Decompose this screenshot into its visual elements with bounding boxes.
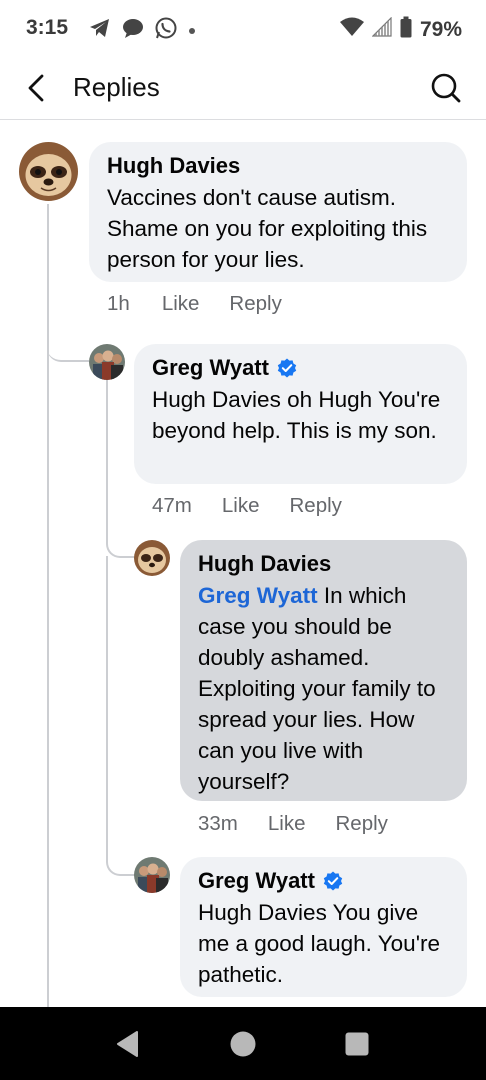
comment-text: Hugh Davies oh Hugh You're beyond help. …	[152, 387, 441, 443]
wifi-icon	[339, 17, 364, 42]
mention-link[interactable]: Greg Wyatt	[198, 583, 318, 608]
comment-time: 47m	[152, 494, 192, 517]
search-icon	[431, 73, 461, 103]
reply-button[interactable]: Reply	[336, 812, 388, 836]
comment-author[interactable]: Hugh Davies	[198, 550, 449, 578]
comment-actions: 33m Like Reply	[198, 812, 388, 836]
comment-time: 33m	[198, 812, 238, 835]
comment-bubble: Greg Wyatt Hugh Davies You give me a goo…	[180, 857, 467, 997]
avatar[interactable]	[19, 142, 78, 201]
group-photo-avatar-icon	[89, 344, 125, 380]
comment-text: Vaccines don't cause autism. Shame on yo…	[107, 185, 428, 272]
verified-badge-icon	[277, 358, 297, 378]
nav-home-button[interactable]	[215, 1007, 271, 1080]
notification-icons	[88, 16, 196, 45]
chat-bubble-icon	[122, 17, 144, 44]
telegram-icon	[88, 17, 112, 44]
search-button[interactable]	[428, 70, 464, 106]
verified-badge-icon	[323, 871, 343, 891]
triangle-back-icon	[117, 1030, 138, 1057]
app-header: Replies	[0, 58, 486, 120]
comment-body: In which case you should be doubly asham…	[198, 583, 436, 794]
thread-line	[47, 204, 49, 1007]
comment-actions: 1h Like Reply	[107, 292, 282, 316]
like-button[interactable]: Like	[162, 292, 200, 316]
signal-icon	[371, 16, 392, 42]
avatar[interactable]	[89, 344, 125, 380]
comment-bubble: Greg Wyatt Hugh Davies oh Hugh You're be…	[134, 344, 467, 484]
avatar[interactable]	[134, 540, 170, 576]
battery-percent: 79%	[419, 17, 462, 41]
comment-text: Hugh Davies You give me a good laugh. Yo…	[198, 900, 440, 987]
comment-bubble-highlighted: Hugh Davies Greg Wyatt In which case you…	[180, 540, 467, 801]
avatar[interactable]	[134, 857, 170, 893]
comment-actions: 47m Like Reply	[152, 494, 342, 518]
thread-line	[106, 380, 108, 540]
page-title: Replies	[73, 72, 160, 102]
comment-author[interactable]: Hugh Davies	[107, 152, 449, 180]
like-button[interactable]: Like	[222, 494, 260, 518]
circle-home-icon	[230, 1031, 256, 1056]
nav-back-button[interactable]	[100, 1007, 156, 1080]
chevron-left-icon	[28, 74, 44, 102]
battery-icon	[400, 16, 412, 43]
reply-button[interactable]: Reply	[290, 494, 342, 518]
status-time: 3:15	[26, 16, 69, 39]
comment-text: Greg Wyatt In which case you should be d…	[198, 580, 449, 797]
group-photo-avatar-icon	[134, 857, 170, 893]
comment-author[interactable]: Greg Wyatt	[152, 354, 449, 382]
like-button[interactable]: Like	[268, 812, 306, 836]
comment-time: 1h	[107, 292, 130, 315]
status-bar: 3:15 79%	[0, 0, 486, 58]
thread-line	[106, 556, 108, 856]
comment-author[interactable]: Greg Wyatt	[198, 867, 449, 895]
sloth-avatar-icon	[134, 540, 170, 576]
dot-icon	[188, 22, 196, 40]
thread-connector	[106, 854, 136, 876]
back-button[interactable]	[18, 70, 54, 106]
system-icons: 79%	[339, 16, 462, 43]
whatsapp-icon	[154, 16, 178, 45]
nav-recents-button[interactable]	[329, 1007, 385, 1080]
thread-connector	[47, 340, 89, 362]
system-nav-bar	[0, 1007, 486, 1080]
comment-bubble: Hugh Davies Vaccines don't cause autism.…	[89, 142, 467, 282]
thread-connector	[106, 538, 136, 558]
sloth-avatar-icon	[19, 142, 78, 201]
square-recents-icon	[345, 1032, 369, 1055]
reply-button[interactable]: Reply	[229, 292, 281, 316]
